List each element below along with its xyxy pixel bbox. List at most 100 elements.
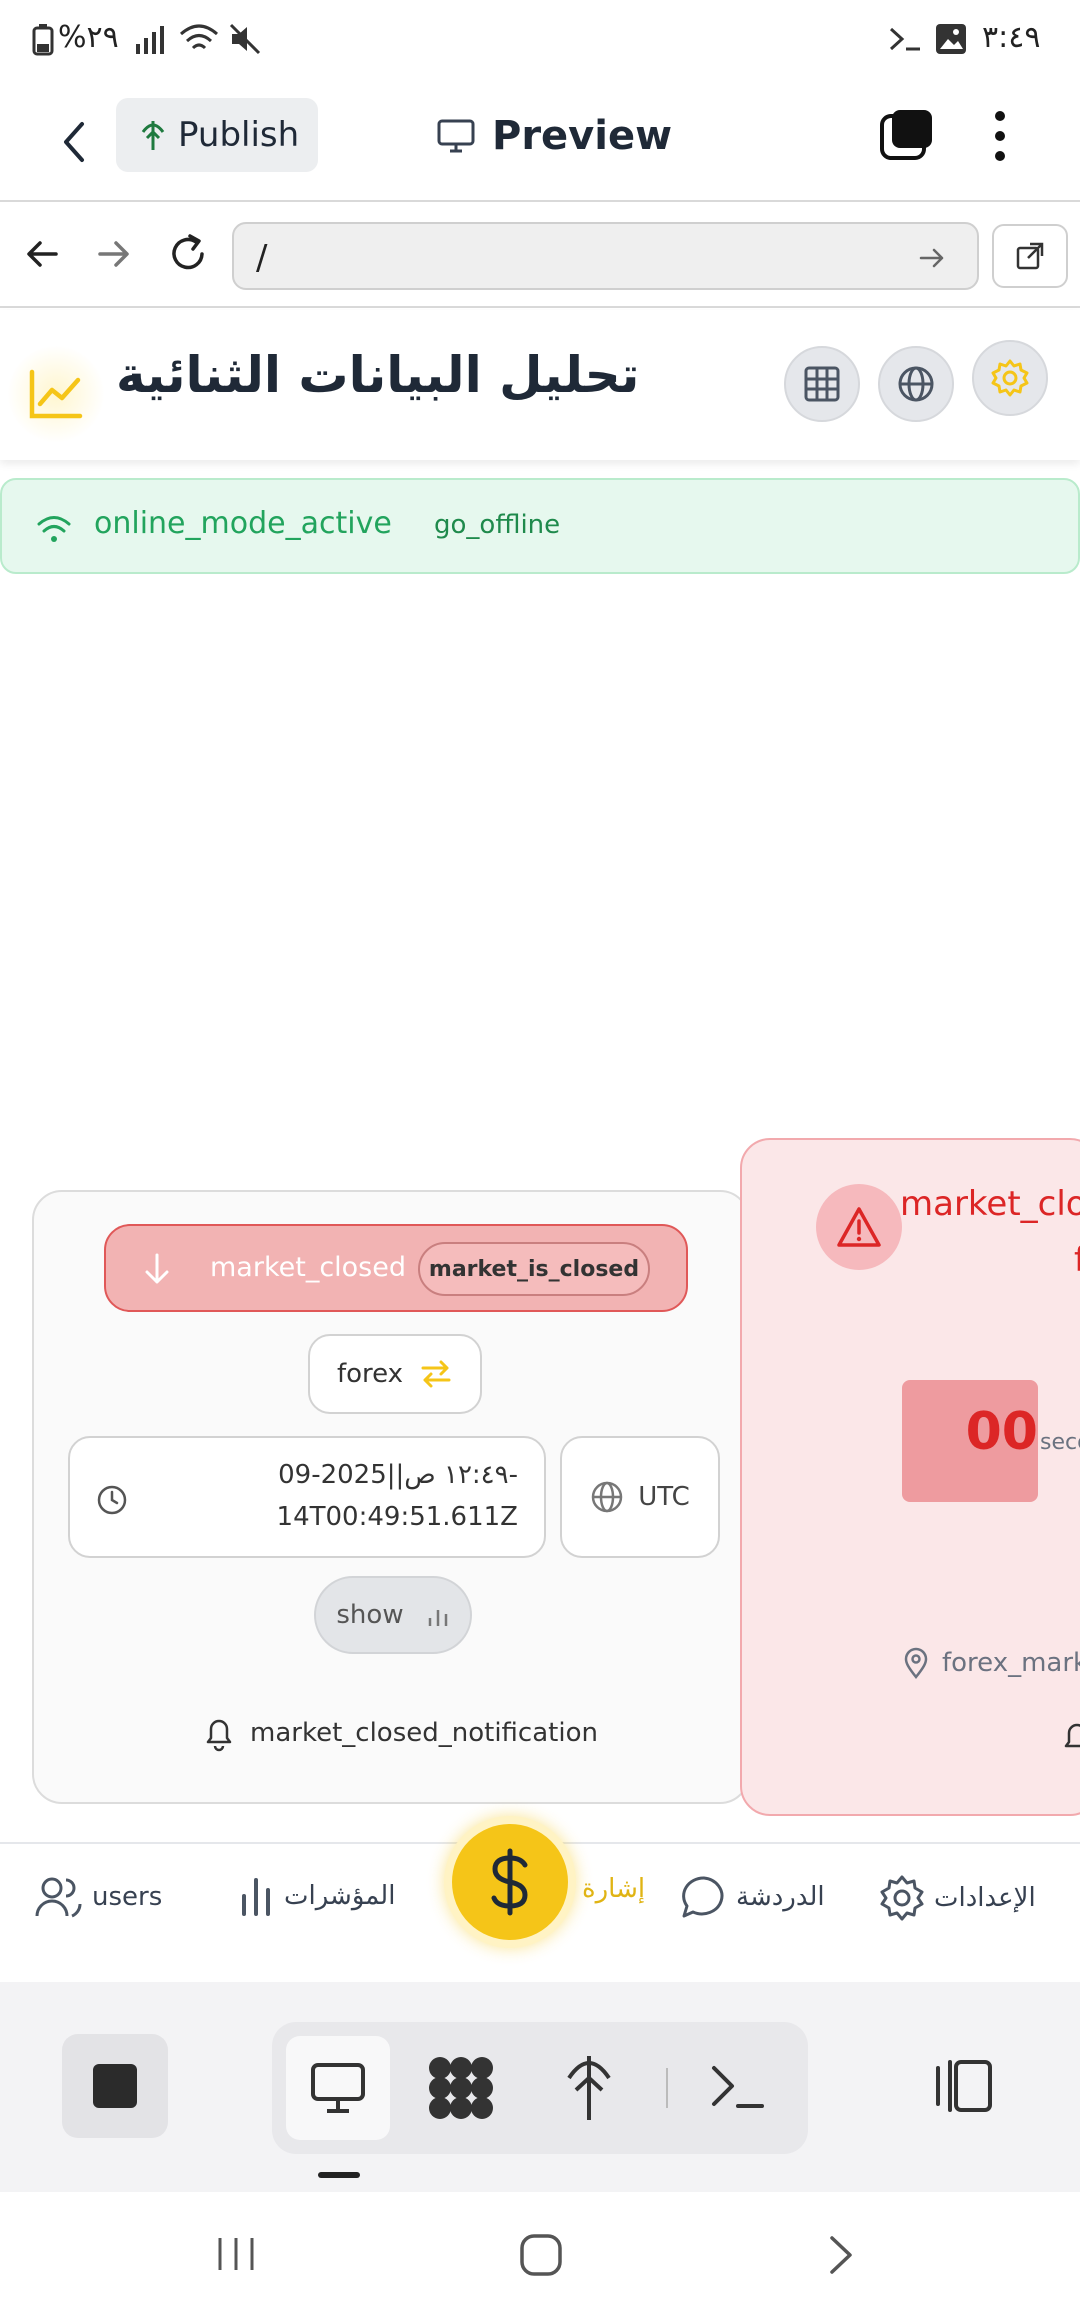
battery-icon	[32, 24, 54, 56]
logo	[8, 346, 104, 442]
url-input[interactable]: /	[232, 222, 979, 290]
signal-icon	[136, 26, 164, 54]
nav-signal-label: إشارة	[582, 1874, 646, 1904]
network-banner: online_mode_active go_offline	[0, 478, 1080, 574]
monitor-icon	[437, 119, 475, 153]
apps-grid-icon[interactable]	[426, 2054, 496, 2122]
mute-icon	[229, 23, 261, 55]
market-type-label: forex	[336, 1359, 404, 1389]
countdown-unit: seco	[1040, 1430, 1080, 1455]
time-text: ١٢:٤٩ ص||2025-09- 14T00:49:51.611Z	[158, 1454, 518, 1538]
users-icon	[35, 1877, 82, 1918]
nav-forward-icon[interactable]	[96, 234, 132, 274]
bar-chart-icon	[428, 1610, 447, 1626]
url-bar: /	[0, 204, 1080, 308]
show-button[interactable]: show	[314, 1576, 472, 1654]
nav-settings[interactable]: الإعدادات	[878, 1874, 1036, 1922]
system-back-icon[interactable]	[822, 2232, 858, 2278]
location-label: forex_marke	[942, 1648, 1080, 1678]
go-icon[interactable]	[918, 244, 946, 272]
toolbar-divider	[666, 2068, 668, 2108]
page-title: تحليل البيانات الثنائية	[116, 346, 640, 404]
swap-icon	[421, 1360, 451, 1388]
nav-settings-label: الإعدادات	[934, 1883, 1036, 1913]
dollar-icon	[491, 1848, 528, 1916]
recent-apps-icon[interactable]	[214, 2232, 258, 2276]
time-line-1: ١٢:٤٩ ص||2025-09-	[278, 1460, 518, 1490]
status-badge: market_is_closed	[418, 1242, 650, 1296]
more-options-icon[interactable]	[986, 108, 1014, 164]
view-preview-button[interactable]	[286, 2036, 390, 2140]
deploy-icon[interactable]	[564, 2050, 614, 2124]
battery-percent: %٢٩	[58, 20, 119, 55]
view-switcher	[272, 2022, 808, 2154]
grid-button[interactable]	[784, 346, 860, 422]
status-bar: %٢٩ ٣:٤٩	[0, 0, 1080, 80]
location-row: forex_marke	[902, 1646, 1080, 1680]
bell-icon	[1064, 1723, 1080, 1748]
monitor-icon	[311, 2063, 365, 2113]
chat-icon	[682, 1876, 724, 1918]
app-bar: Publish Preview	[0, 80, 1080, 202]
nav-users[interactable]: users	[34, 1874, 162, 1920]
terminal-status-icon	[889, 27, 920, 51]
arrow-down-icon	[145, 1253, 169, 1284]
notification-row[interactable]: market_closed_notification	[202, 1714, 598, 1752]
notification-label: market_closed_notification	[250, 1718, 598, 1748]
nav-indicators[interactable]: المؤشرات	[236, 1874, 395, 1918]
globe-icon	[591, 1481, 623, 1513]
publish-icon	[141, 121, 165, 150]
globe-icon	[898, 366, 934, 402]
gear-icon	[991, 359, 1029, 397]
nav-indicators-label: المؤشرات	[284, 1881, 396, 1911]
bell-icon	[206, 1719, 232, 1752]
time-line-2: 14T00:49:51.611Z	[276, 1502, 518, 1532]
nav-back-icon[interactable]	[24, 234, 60, 274]
network-status: online_mode_active	[94, 506, 392, 541]
stop-icon	[93, 2064, 137, 2108]
show-label: show	[336, 1600, 404, 1630]
open-external-button[interactable]	[992, 224, 1068, 288]
external-link-icon	[1016, 242, 1044, 270]
clock-icon	[97, 1485, 127, 1515]
wifi-icon	[37, 516, 71, 542]
back-icon[interactable]	[54, 114, 94, 170]
side-card-title-2: f	[1074, 1240, 1080, 1280]
countdown-box: 00	[902, 1380, 1038, 1502]
timezone-button[interactable]: UTC	[560, 1436, 720, 1558]
home-icon[interactable]	[518, 2232, 564, 2278]
clock: ٣:٤٩	[982, 20, 1041, 55]
tabs-icon[interactable]	[878, 106, 936, 164]
reload-icon[interactable]	[166, 232, 210, 276]
system-nav	[0, 2192, 1080, 2316]
language-button[interactable]	[878, 346, 954, 422]
preview-label: Preview	[492, 113, 673, 159]
preview-title[interactable]: Preview	[436, 106, 672, 166]
active-indicator	[318, 2172, 360, 2178]
market-type-pill[interactable]: forex	[308, 1334, 482, 1414]
chart-line-icon	[29, 369, 83, 419]
market-closed-card: market_clo f 00 seco forex_marke	[740, 1138, 1080, 1816]
nav-chat[interactable]: الدردشة	[680, 1874, 825, 1920]
warning-icon	[837, 1207, 881, 1247]
url-text: /	[256, 238, 268, 278]
stop-button[interactable]	[62, 2034, 168, 2138]
go-offline-button[interactable]: go_offline	[434, 510, 560, 540]
bar-chart-icon	[242, 1878, 270, 1916]
market-status-pill: market_closed market_is_closed	[104, 1224, 688, 1312]
side-card-title: market_clo	[900, 1184, 1080, 1224]
nav-chat-label: الدردشة	[736, 1882, 825, 1912]
wifi-icon	[180, 24, 218, 50]
publish-label: Publish	[178, 115, 300, 155]
page-header: تحليل البيانات الثنائية	[0, 310, 1080, 460]
nav-signal[interactable]: إشارة	[582, 1874, 645, 1904]
signal-fab-button[interactable]	[444, 1816, 576, 1948]
map-pin-icon	[904, 1647, 928, 1680]
countdown-value: 00	[965, 1402, 1038, 1462]
terminal-icon[interactable]	[710, 2062, 766, 2112]
publish-button[interactable]: Publish	[116, 98, 318, 172]
settings-button[interactable]	[972, 340, 1048, 416]
panel-toggle-icon[interactable]	[930, 2054, 996, 2118]
gear-icon	[880, 1875, 924, 1921]
warning-badge	[816, 1184, 902, 1270]
